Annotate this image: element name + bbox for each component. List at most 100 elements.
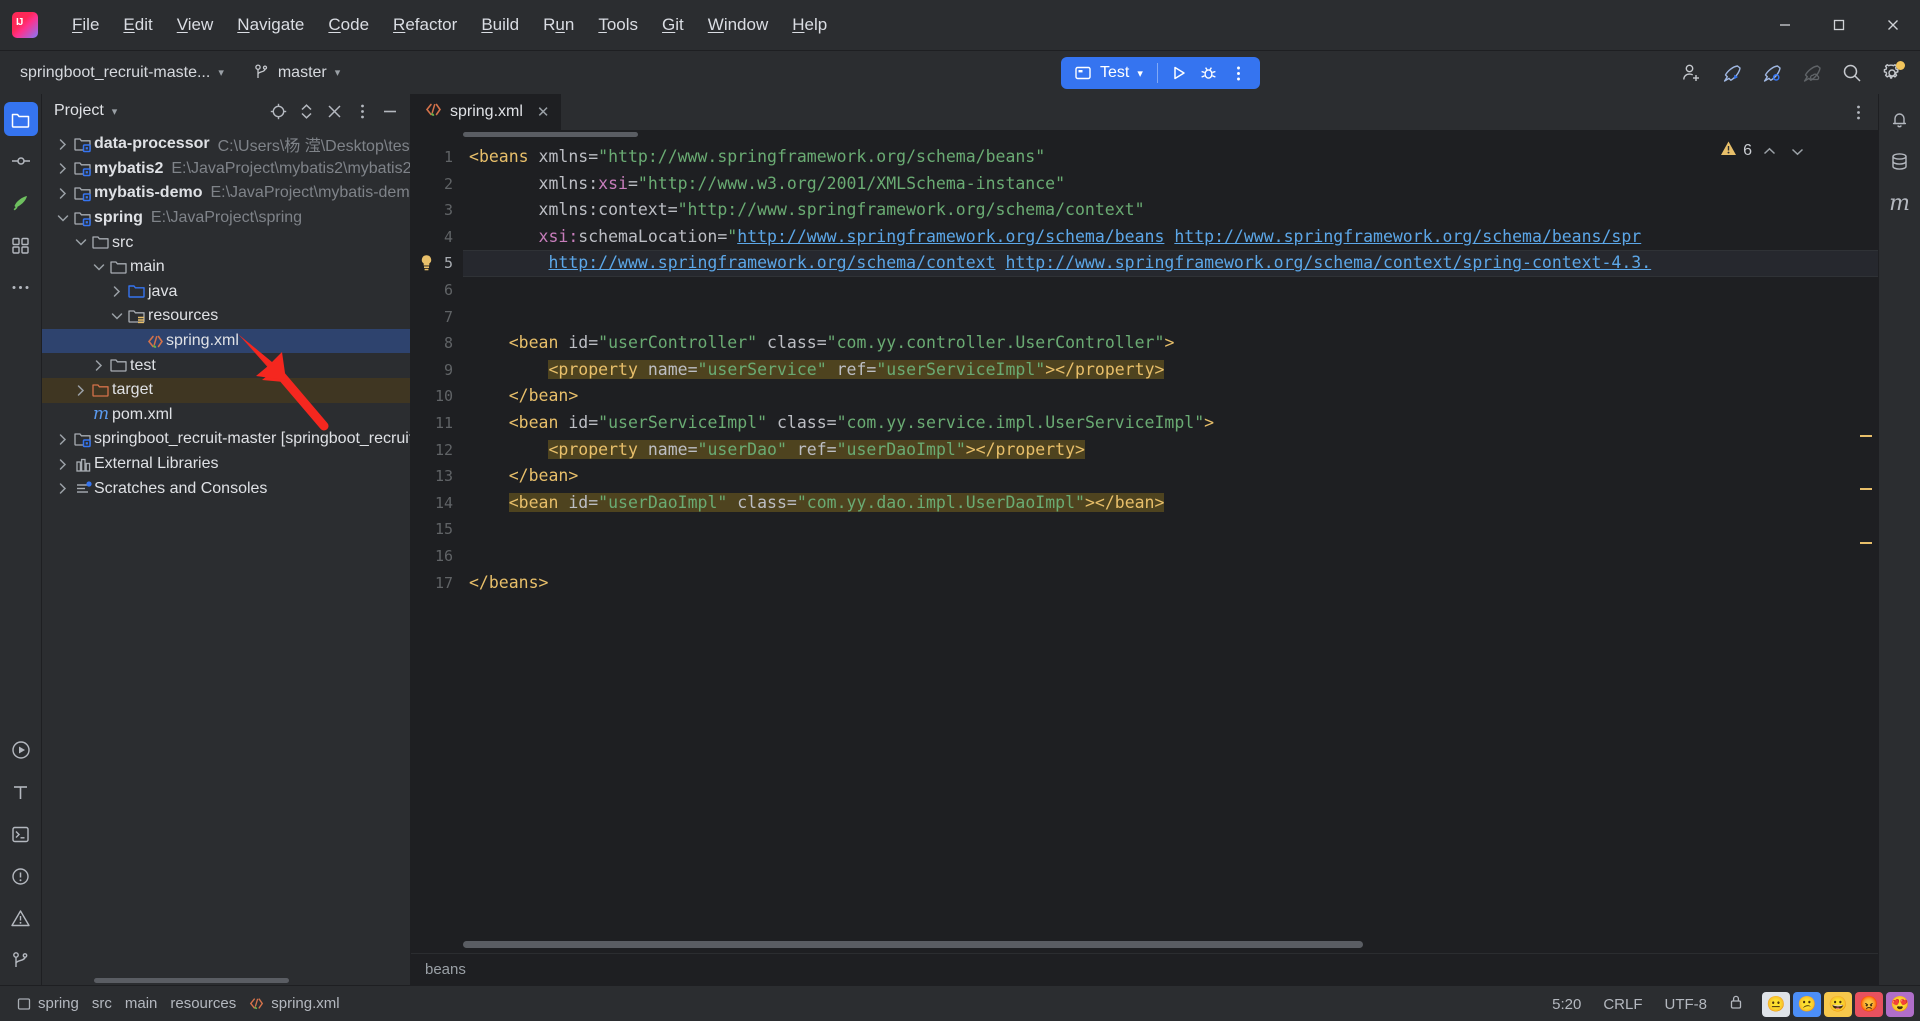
- line-number[interactable]: 16: [411, 543, 463, 570]
- settings-gear-icon[interactable]: [1872, 56, 1912, 90]
- file-encoding[interactable]: UTF-8: [1656, 993, 1717, 1016]
- status-breadcrumb[interactable]: spring src main resources spring.xml: [10, 992, 353, 1015]
- chevron-right-icon[interactable]: [72, 384, 90, 397]
- line-number[interactable]: 4: [411, 224, 463, 251]
- line-number[interactable]: 17: [411, 570, 463, 597]
- emoji-neutral-icon[interactable]: 😐: [1762, 991, 1790, 1017]
- chevron-right-icon[interactable]: [54, 482, 72, 495]
- menu-run[interactable]: Run: [531, 11, 586, 39]
- code-line[interactable]: <property name="userService" ref="userSe…: [463, 357, 1878, 384]
- emoji-sad-icon[interactable]: 😕: [1793, 991, 1821, 1017]
- tree-node-data-processor[interactable]: data-processor C:\Users\杨 滢\Desktop\test-…: [42, 132, 410, 157]
- sidebar-item-version-control[interactable]: [4, 943, 38, 977]
- chevron-down-icon[interactable]: [72, 236, 90, 249]
- settings-sync-rocket-icon[interactable]: [1752, 56, 1792, 90]
- updates-rocket-icon[interactable]: [1712, 56, 1752, 90]
- chevron-right-icon[interactable]: [108, 285, 126, 298]
- tree-node-main[interactable]: main: [42, 255, 410, 280]
- line-number[interactable]: 12: [411, 437, 463, 464]
- error-stripe-mark[interactable]: [1860, 488, 1872, 490]
- more-run-options-button[interactable]: [1224, 60, 1254, 86]
- tree-node-test[interactable]: test: [42, 353, 410, 378]
- project-tree[interactable]: data-processor C:\Users\杨 滢\Desktop\test-…: [42, 128, 410, 985]
- chevron-right-icon[interactable]: [54, 187, 72, 200]
- run-button[interactable]: [1164, 60, 1194, 86]
- sidebar-item-problems[interactable]: [4, 859, 38, 893]
- tree-node-scratches-and-consoles[interactable]: Scratches and Consoles: [42, 476, 410, 501]
- tree-node-resources[interactable]: resources: [42, 304, 410, 329]
- code-line[interactable]: <bean id="userDaoImpl" class="com.yy.dao…: [463, 490, 1878, 517]
- line-number[interactable]: 10: [411, 383, 463, 410]
- status-breadcrumb-item[interactable]: resources: [170, 995, 236, 1012]
- code-line[interactable]: <bean id="userServiceImpl" class="com.yy…: [463, 410, 1878, 437]
- lock-icon[interactable]: [1720, 991, 1752, 1017]
- menu-view[interactable]: View: [165, 11, 226, 39]
- line-number[interactable]: 8: [411, 330, 463, 357]
- code-line[interactable]: <beans xmlns="http://www.springframework…: [463, 144, 1878, 171]
- line-number[interactable]: 11: [411, 410, 463, 437]
- code-line[interactable]: xsi:schemaLocation="http://www.springfra…: [463, 224, 1878, 251]
- code-line[interactable]: xmlns:xsi="http://www.w3.org/2001/XMLSch…: [463, 171, 1878, 198]
- sidebar-item-run[interactable]: [4, 733, 38, 767]
- menu-window[interactable]: Window: [696, 11, 780, 39]
- chevron-down-icon[interactable]: ▾: [112, 105, 118, 118]
- menu-refactor[interactable]: Refactor: [381, 11, 469, 39]
- menu-edit[interactable]: Edit: [111, 11, 164, 39]
- menu-build[interactable]: Build: [469, 11, 531, 39]
- tree-node-java[interactable]: java: [42, 280, 410, 305]
- line-number[interactable]: 1: [411, 144, 463, 171]
- chevron-down-icon[interactable]: [54, 212, 72, 225]
- debug-button[interactable]: [1194, 60, 1224, 86]
- tree-node-src[interactable]: src: [42, 230, 410, 255]
- minimize-window-button[interactable]: [1758, 0, 1812, 50]
- chevron-right-icon[interactable]: [54, 138, 72, 151]
- emoji-angry-icon[interactable]: 😡: [1855, 991, 1883, 1017]
- line-number[interactable]: 2: [411, 171, 463, 198]
- emoji-happy-icon[interactable]: 😀: [1824, 991, 1852, 1017]
- line-number[interactable]: 7: [411, 304, 463, 331]
- expand-collapse-icon[interactable]: [292, 98, 320, 124]
- previous-problem-icon[interactable]: [1758, 141, 1780, 161]
- editor-code-content[interactable]: <beans xmlns="http://www.springframework…: [463, 130, 1878, 953]
- sidebar-item-terminal[interactable]: [4, 817, 38, 851]
- code-line[interactable]: </beans>: [463, 570, 1878, 597]
- menu-file[interactable]: File: [60, 11, 111, 39]
- menu-code[interactable]: Code: [316, 11, 381, 39]
- sidebar-item-jrebel[interactable]: [4, 186, 38, 220]
- status-breadcrumb-item[interactable]: src: [92, 995, 112, 1012]
- code-editor[interactable]: 1 2 3 4 5 6 7 8 9 10 11 12 13 14 15 16 17 <beans xmlns="…: [411, 130, 1878, 953]
- error-stripe-mark[interactable]: [1860, 435, 1872, 437]
- sidebar-item-todo[interactable]: [4, 775, 38, 809]
- hide-tool-window-icon[interactable]: [320, 98, 348, 124]
- editor-tab-spring-xml[interactable]: spring.xml ✕: [411, 94, 562, 130]
- code-line[interactable]: [463, 516, 1878, 543]
- line-number[interactable]: 3: [411, 197, 463, 224]
- line-number[interactable]: 15: [411, 516, 463, 543]
- sidebar-item-commit[interactable]: [4, 144, 38, 178]
- select-opened-file-icon[interactable]: [264, 98, 292, 124]
- git-branch-selector[interactable]: master ▾: [246, 60, 348, 86]
- line-separator[interactable]: CRLF: [1594, 993, 1651, 1016]
- minimize-tool-window-icon[interactable]: [376, 98, 404, 124]
- code-line[interactable]: </bean>: [463, 383, 1878, 410]
- tree-node-pom-xml[interactable]: m pom.xml: [42, 403, 410, 428]
- chevron-right-icon[interactable]: [54, 433, 72, 446]
- editor-horizontal-scrollbar-top[interactable]: [463, 132, 638, 137]
- chevron-right-icon[interactable]: [54, 162, 72, 175]
- code-line[interactable]: xmlns:context="http://www.springframewor…: [463, 197, 1878, 224]
- line-number[interactable]: 9: [411, 357, 463, 384]
- sidebar-item-maven[interactable]: m: [1883, 186, 1917, 220]
- next-problem-icon[interactable]: [1786, 141, 1808, 161]
- sidebar-item-project[interactable]: [3, 102, 38, 136]
- tree-node-springboot-recruit-master-springboot-recruit[interactable]: springboot_recruit-master [springboot_re…: [42, 427, 410, 452]
- sidebar-item-structure[interactable]: [4, 228, 38, 262]
- chevron-right-icon[interactable]: [90, 359, 108, 372]
- maximize-window-button[interactable]: [1812, 0, 1866, 50]
- status-breadcrumb-item[interactable]: spring: [38, 995, 79, 1012]
- code-line[interactable]: </bean>: [463, 463, 1878, 490]
- code-line[interactable]: http://www.springframework.org/schema/co…: [463, 250, 1878, 277]
- project-tree-horizontal-scrollbar[interactable]: [94, 978, 289, 983]
- menu-navigate[interactable]: Navigate: [225, 11, 316, 39]
- inspection-warning-indicator[interactable]: 6: [1720, 140, 1808, 162]
- sidebar-item-more-tool-windows[interactable]: [4, 270, 38, 304]
